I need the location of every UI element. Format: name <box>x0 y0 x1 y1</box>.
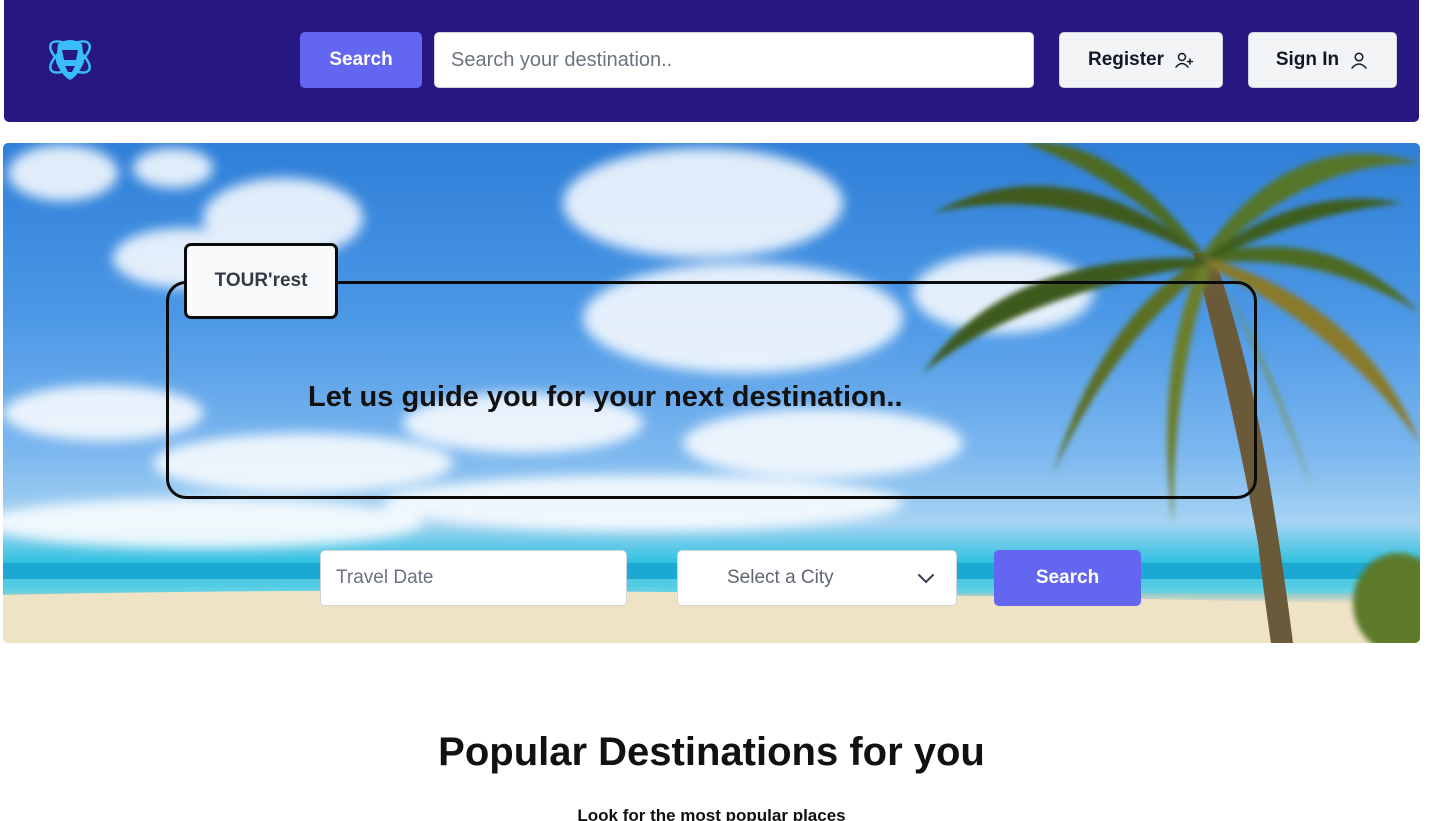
logo-icon[interactable] <box>44 30 96 84</box>
hero-tagline: Let us guide you for your next destinati… <box>308 381 903 413</box>
top-navbar: Search Register Sign In <box>4 0 1419 122</box>
hero-search-button[interactable]: Search <box>994 550 1141 606</box>
user-plus-icon <box>1175 52 1194 68</box>
sign-in-label: Sign In <box>1275 49 1340 70</box>
popular-destinations-subtitle: Look for the most popular places <box>577 806 846 821</box>
sign-in-button[interactable]: Sign In <box>1248 32 1397 88</box>
city-select[interactable]: Select a City <box>677 550 957 606</box>
destination-search-input[interactable] <box>434 32 1034 88</box>
chevron-down-icon <box>918 574 934 584</box>
header-search-button[interactable]: Search <box>300 32 422 88</box>
travel-date-input[interactable] <box>320 550 627 606</box>
register-button[interactable]: Register <box>1059 32 1223 88</box>
user-icon <box>1351 52 1367 69</box>
register-label: Register <box>1087 49 1165 70</box>
city-select-value: Select a City <box>727 567 834 588</box>
popular-destinations-title: Popular Destinations for you <box>438 730 985 774</box>
brand-badge: TOUR'rest <box>184 243 338 319</box>
